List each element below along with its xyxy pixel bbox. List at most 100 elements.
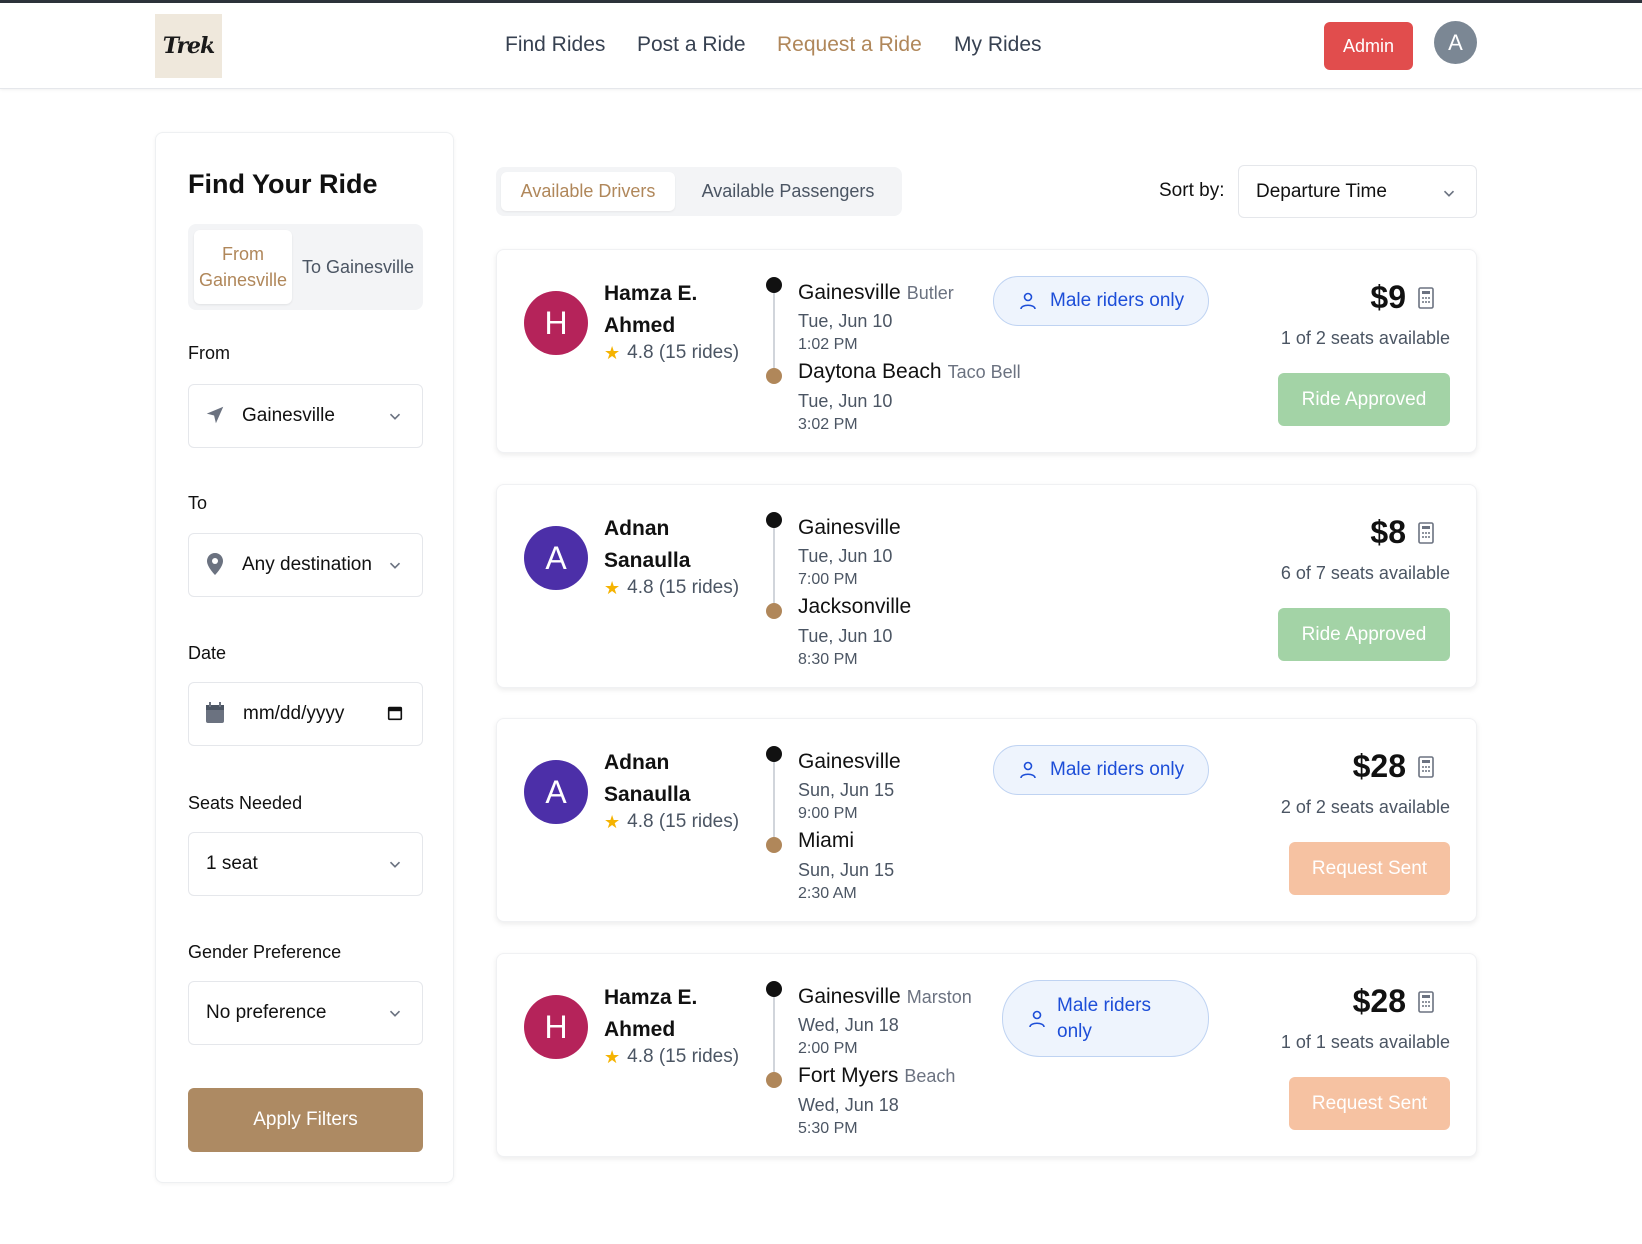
route-line xyxy=(773,290,775,377)
chevron-down-icon xyxy=(1443,190,1455,197)
to-value: Any destination xyxy=(242,554,372,575)
destination-dot xyxy=(766,837,782,853)
date-input[interactable]: mm/dd/yyyy xyxy=(188,682,423,746)
calculator-icon[interactable] xyxy=(1417,991,1435,1013)
origin-dot xyxy=(766,512,782,528)
sort-select[interactable]: Departure Time xyxy=(1238,165,1477,218)
star-icon: ★ xyxy=(604,1046,621,1067)
calendar-icon xyxy=(203,701,227,725)
ride-card[interactable]: H Hamza E. Ahmed ★ 4.8 (15 rides) Gainesv… xyxy=(496,249,1477,453)
from-label: From xyxy=(188,343,230,363)
origin-dot xyxy=(766,981,782,997)
apply-filters-button[interactable]: Apply Filters xyxy=(188,1088,423,1152)
date-placeholder: mm/dd/yyyy xyxy=(243,703,345,724)
from-gainesville-tab[interactable]: From Gainesville xyxy=(194,230,292,304)
origin-date: Wed, Jun 18 xyxy=(798,1015,899,1035)
destination-date: Tue, Jun 10 xyxy=(798,626,893,646)
gender-select[interactable]: No preference xyxy=(188,981,423,1045)
calculator-icon[interactable] xyxy=(1417,756,1435,778)
logo[interactable]: Trek xyxy=(155,14,222,78)
destination-city: Fort Myers Beach xyxy=(798,1064,955,1088)
destination-time: 2:30 AM xyxy=(798,885,857,902)
seats-label: Seats Needed xyxy=(188,793,303,813)
destination-city-name: Jacksonville xyxy=(798,595,912,618)
driver-name: Adnan Sanaulla xyxy=(604,517,691,572)
driver-avatar: A xyxy=(524,526,588,590)
driver-avatar: H xyxy=(524,291,588,355)
tab-available-passengers[interactable]: Available Passengers xyxy=(682,172,894,211)
ride-approved-button[interactable]: Ride Approved xyxy=(1278,608,1450,661)
rating-text: 4.8 (15 rides) xyxy=(627,577,740,598)
seats-select[interactable]: 1 seat xyxy=(188,832,423,896)
origin-city: Gainesville xyxy=(798,516,901,540)
nav-my-rides[interactable]: My Rides xyxy=(954,33,1042,57)
filter-sidebar: Find Your Ride From Gainesville To Gaine… xyxy=(155,132,454,1183)
request-sent-button[interactable]: Request Sent xyxy=(1289,842,1450,895)
origin-city: Gainesville xyxy=(798,750,901,774)
origin-city-name: Gainesville xyxy=(798,281,901,304)
ride-price: $8 xyxy=(1370,514,1406,550)
calculator-icon[interactable] xyxy=(1417,522,1435,544)
preference-text: Male riders only xyxy=(1057,994,1151,1042)
tab-available-drivers[interactable]: Available Drivers xyxy=(501,172,675,211)
from-select[interactable]: Gainesville xyxy=(188,384,423,448)
user-avatar[interactable]: A xyxy=(1434,21,1477,64)
destination-date: Tue, Jun 10 xyxy=(798,391,893,411)
user-icon xyxy=(1020,292,1036,310)
from-value: Gainesville xyxy=(242,405,335,426)
ride-card[interactable]: A Adnan Sanaulla ★ 4.8 (15 rides) Gainesv… xyxy=(496,718,1477,922)
destination-time: 8:30 PM xyxy=(798,651,858,668)
route-line xyxy=(773,525,775,612)
origin-date: Sun, Jun 15 xyxy=(798,780,895,800)
origin-time: 2:00 PM xyxy=(798,1040,858,1057)
seats-available: 2 of 2 seats available xyxy=(1280,797,1450,817)
header: Trek Find Rides Post a Ride Request a Ri… xyxy=(0,3,1642,89)
direction-toggle: From Gainesville To Gainesville xyxy=(188,224,423,310)
nav-post-a-ride[interactable]: Post a Ride xyxy=(637,33,746,57)
to-label: To xyxy=(188,493,208,513)
origin-time: 1:02 PM xyxy=(798,336,858,353)
ride-type-tabs: Available Drivers Available Passengers xyxy=(496,167,902,216)
seats-available: 1 of 1 seats available xyxy=(1280,1032,1450,1052)
gender-preference-badge: Male riders only xyxy=(993,276,1209,326)
sort-label: Sort by: xyxy=(1159,180,1225,201)
driver-avatar: A xyxy=(524,760,588,824)
logo-text: Trek xyxy=(162,33,216,59)
origin-time: 7:00 PM xyxy=(798,571,858,588)
chevron-down-icon xyxy=(389,562,401,569)
origin-date: Tue, Jun 10 xyxy=(798,311,893,331)
to-gainesville-tab[interactable]: To Gainesville xyxy=(296,230,420,304)
ride-approved-button[interactable]: Ride Approved xyxy=(1278,373,1450,426)
destination-dot xyxy=(766,1072,782,1088)
ride-card[interactable]: A Adnan Sanaulla ★ 4.8 (15 rides) Gainesv… xyxy=(496,484,1477,688)
calculator-icon[interactable] xyxy=(1417,287,1435,309)
origin-location: Butler xyxy=(906,283,954,303)
origin-city-name: Gainesville xyxy=(798,750,901,773)
to-select[interactable]: Any destination xyxy=(188,533,423,597)
date-label: Date xyxy=(188,643,227,663)
route-line xyxy=(773,759,775,846)
request-sent-button[interactable]: Request Sent xyxy=(1289,1077,1450,1130)
star-icon: ★ xyxy=(604,811,621,832)
admin-button[interactable]: Admin xyxy=(1324,22,1413,70)
destination-location: Taco Bell xyxy=(947,362,1021,382)
map-pin-icon xyxy=(203,552,227,576)
date-picker-icon[interactable] xyxy=(386,704,404,722)
driver-name: Adnan Sanaulla xyxy=(604,751,691,806)
chevron-down-icon xyxy=(389,413,401,420)
gender-value: No preference xyxy=(206,1002,327,1023)
gender-label: Gender Preference xyxy=(188,942,342,962)
driver-rating: ★ 4.8 (15 rides) xyxy=(604,811,739,833)
origin-city: Gainesville Butler xyxy=(798,281,954,305)
seats-value: 1 seat xyxy=(206,853,258,874)
destination-location: Beach xyxy=(904,1066,956,1086)
route-line xyxy=(773,994,775,1081)
star-icon: ★ xyxy=(604,342,621,363)
ride-card[interactable]: H Hamza E. Ahmed ★ 4.8 (15 rides) Gainesv… xyxy=(496,953,1477,1157)
nav-find-rides[interactable]: Find Rides xyxy=(505,33,605,57)
star-icon: ★ xyxy=(604,577,621,598)
nav-request-a-ride[interactable]: Request a Ride xyxy=(777,33,922,57)
destination-city-name: Miami xyxy=(798,829,854,852)
gender-preference-badge: Male riders only xyxy=(1002,980,1209,1057)
driver-name: Hamza E. Ahmed xyxy=(604,282,698,337)
